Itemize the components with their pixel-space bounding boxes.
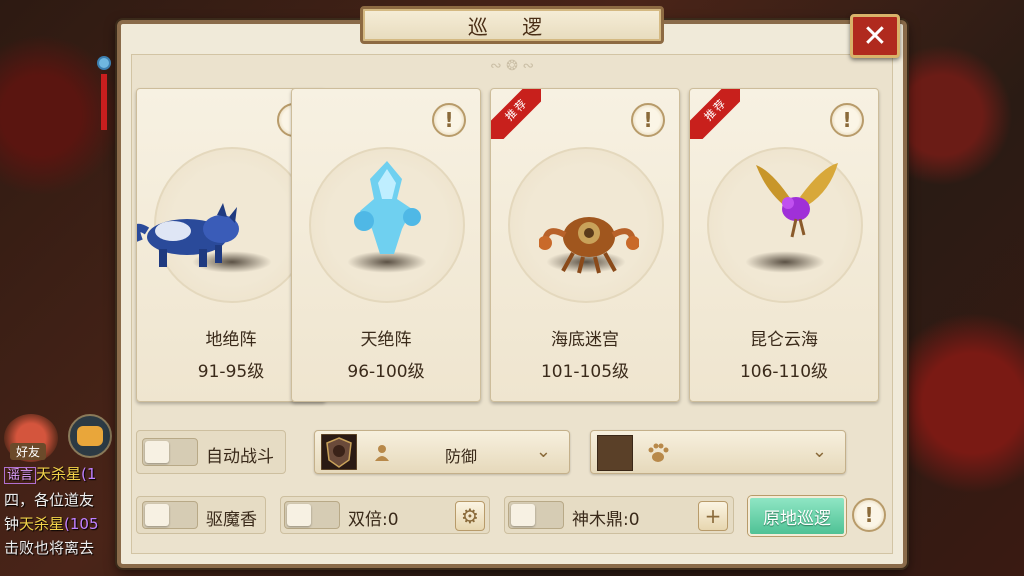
info-icon: ! — [842, 108, 852, 132]
chat-player-name[interactable]: 天杀星 — [19, 515, 64, 533]
close-button[interactable]: ✕ — [850, 14, 900, 58]
info-icon: ! — [643, 108, 653, 132]
chat-line: 谣言 天杀星(1 — [4, 462, 124, 488]
area-level-range: 106-110级 — [739, 362, 829, 382]
gear-icon: ⚙ — [461, 504, 479, 528]
friend-button[interactable]: 好友 — [4, 414, 58, 462]
double-label: 双倍:0 — [348, 510, 399, 530]
patrol-help-button[interactable]: ! — [852, 498, 886, 532]
card-info-button[interactable]: ! — [432, 103, 466, 137]
recommended-ribbon: 推荐 — [491, 89, 541, 139]
plus-icon: + — [704, 504, 722, 528]
person-icon — [375, 445, 389, 461]
chat-log: 谣言 天杀星(1 四，各位道友 钟天杀星(105 击败也将离去 — [4, 462, 124, 560]
patrol-settings: 自动战斗 防御 ⌄ ⌄ 驱魔香 双倍:0 ⚙ 神木鼎:0 + 原地巡逻 ! — [130, 416, 890, 556]
chat-channel-tag: 谣言 — [4, 467, 37, 484]
card-info-button[interactable]: ! — [830, 103, 864, 137]
area-card-tianjuezhen[interactable]: ! 天绝阵 96-100级 — [291, 88, 481, 402]
repel-toggle[interactable] — [142, 501, 198, 529]
friend-label: 好友 — [10, 443, 47, 460]
chat-line: 击败也将离去 — [4, 539, 95, 557]
jade-pendant-decoration — [96, 36, 112, 146]
card-info-button[interactable]: ! — [631, 103, 665, 137]
chat-text: (1 — [81, 465, 97, 483]
close-icon: ✕ — [862, 18, 888, 54]
dialog-title: 巡 逻 — [467, 14, 557, 39]
area-name: 海底迷宫 — [551, 330, 619, 350]
shenmu-add-button[interactable]: + — [698, 501, 728, 531]
area-level-range: 101-105级 — [540, 362, 630, 382]
chat-player-name[interactable]: 天杀星 — [36, 465, 81, 483]
ice-spirit-icon — [354, 161, 421, 254]
purple-bird-icon — [756, 163, 838, 238]
blue-wolf-icon — [137, 203, 239, 267]
chat-bubble-button[interactable] — [68, 414, 112, 458]
area-name: 天绝阵 — [360, 330, 412, 350]
crab-icon — [539, 217, 639, 274]
recommended-label: 推荐 — [491, 89, 541, 139]
dialog-title-plate: 巡 逻 — [360, 6, 664, 44]
double-settings-button[interactable]: ⚙ — [455, 501, 485, 531]
chevron-down-icon: ⌄ — [535, 441, 551, 462]
shenmu-toggle[interactable] — [508, 501, 564, 529]
info-icon: ! — [864, 503, 874, 527]
auto-battle-label: 自动战斗 — [206, 447, 274, 467]
chevron-down-icon: ⌄ — [811, 441, 827, 462]
pet-slot-empty — [597, 435, 633, 471]
recommended-label: 推荐 — [690, 89, 740, 139]
chat-line: 四，各位道友 — [4, 491, 95, 509]
info-icon: ! — [444, 108, 454, 132]
chat-text: 钟 — [4, 515, 20, 533]
chat-line: 钟天杀星(105 — [4, 512, 124, 536]
patrol-in-place-button[interactable]: 原地巡逻 — [748, 496, 846, 536]
area-card-kunlunyunhai[interactable]: 推荐 ! 昆仑云海 106-110级 — [689, 88, 879, 402]
double-toggle[interactable] — [284, 501, 340, 529]
area-card-haidimigong[interactable]: 推荐 ! 海底迷宫 101-105级 — [490, 88, 680, 402]
area-name: 昆仑云海 — [750, 330, 818, 350]
area-level-range: 96-100级 — [347, 362, 425, 382]
repel-label: 驱魔香 — [206, 510, 257, 530]
shenmu-label: 神木鼎:0 — [572, 510, 640, 530]
recommended-ribbon: 推荐 — [690, 89, 740, 139]
auto-battle-toggle[interactable] — [142, 438, 198, 466]
pet-dropdown[interactable]: ⌄ — [590, 430, 846, 474]
patrol-button-label: 原地巡逻 — [763, 508, 831, 529]
chat-bubble-icon — [77, 426, 103, 446]
monster-shadow — [745, 251, 825, 273]
chat-text: (105 — [64, 515, 99, 533]
title-ornament: ∾ ❂ ∾ — [489, 58, 535, 74]
stance-value: 防御 — [445, 447, 478, 466]
stance-dropdown[interactable]: 防御 ⌄ — [314, 430, 570, 474]
shield-avatar-icon — [321, 434, 357, 470]
patrol-area-list: ! 地绝阵 91-95级 ! 天绝阵 96-100级 推荐 — [136, 88, 882, 402]
paw-icon — [648, 443, 669, 462]
